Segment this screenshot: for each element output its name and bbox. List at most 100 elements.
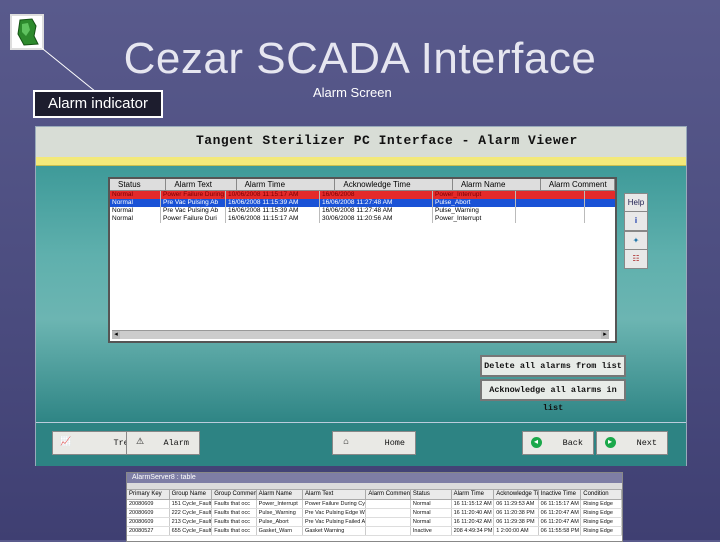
table-row[interactable]: 20080609 222 Cycle_Faults Faults that oc…: [127, 509, 622, 518]
cell: Pre Vac Pulsing Ab: [161, 199, 226, 207]
cell: [366, 527, 411, 535]
cell: 222 Cycle_Faults: [171, 509, 213, 517]
cell: 10/06/2008 11:15:17 AM: [226, 191, 320, 199]
cell: 16/06/2008 11:15:39 AM: [226, 207, 320, 215]
alarm-indicator-label: Alarm indicator: [33, 90, 163, 118]
table-row[interactable]: 20080609 213 Cycle_Faults Faults that oc…: [127, 518, 622, 527]
alarm-viewer-window: Tangent Sterilizer PC Interface - Alarm …: [35, 126, 687, 466]
cell: Faults that occ: [212, 527, 257, 535]
col[interactable]: Group Comment: [212, 490, 257, 499]
table-row[interactable]: 20080609 151 Cycle_Faults Faults that oc…: [127, 500, 622, 509]
home-label: Home: [384, 438, 405, 448]
alarm-table-window: AlarmServer8 : table Primary Key Group N…: [126, 472, 623, 542]
cell: Normal: [110, 215, 161, 223]
cell: 16 11:20:40 AM: [452, 509, 495, 517]
help-label: Help: [627, 198, 645, 207]
cell: 20080609: [127, 509, 170, 517]
cell: 208 4:49:34 PM: [453, 527, 495, 535]
cell: Normal: [110, 191, 161, 199]
col[interactable]: Condition: [581, 490, 622, 499]
scroll-right-icon[interactable]: ▸: [601, 331, 609, 339]
delete-all-alarms-button[interactable]: Delete all alarms from list: [480, 355, 626, 377]
alarm-icon: ⚠: [135, 437, 145, 447]
info-button[interactable]: i: [624, 211, 648, 231]
cell: 06 11:29:53 AM: [494, 500, 539, 508]
cell: [516, 199, 585, 207]
alarm-button[interactable]: ⚠ Alarm: [126, 431, 200, 455]
back-arrow-icon: ◂: [529, 437, 543, 448]
col[interactable]: Alarm Comment: [366, 490, 411, 499]
cell: Rising Edge: [581, 500, 622, 508]
next-button[interactable]: ▸ Next: [596, 431, 668, 455]
table-row[interactable]: Normal Power Failure During 10/06/2008 1…: [110, 191, 615, 199]
cell: 06 11:55:58 PM: [539, 527, 582, 535]
cell: [516, 215, 585, 223]
col[interactable]: Status: [411, 490, 452, 499]
cell: 06 11:15:17 AM: [539, 500, 582, 508]
col-alarm-comment[interactable]: Alarm Comment: [541, 179, 616, 190]
col[interactable]: Alarm Text: [303, 490, 367, 499]
horizontal-scrollbar[interactable]: ◂ ▸: [112, 330, 609, 339]
alarm-grid-header: Status Alarm Text Alarm Time Acknowledge…: [110, 179, 616, 191]
network-button[interactable]: ✦: [624, 231, 648, 251]
header-band: [36, 157, 686, 166]
cell: 20080609: [127, 500, 170, 508]
cell: Faults that occ: [212, 509, 257, 517]
col[interactable]: Acknowledge Time: [494, 490, 539, 499]
col-alarm-text[interactable]: Alarm Text: [166, 179, 237, 190]
table-row[interactable]: Normal Power Failure Duri 16/06/2008 11:…: [110, 215, 615, 223]
col-status[interactable]: Status: [110, 179, 167, 190]
col-ack-time[interactable]: Acknowledge Time: [335, 179, 453, 190]
cell: Normal: [411, 518, 452, 526]
cell: Normal: [411, 509, 452, 517]
cell: [366, 518, 411, 526]
cell: 16/06/2008 11:15:17 AM: [226, 215, 320, 223]
cell: 20080527: [127, 527, 170, 535]
cell: 06 11:20:47 AM: [539, 509, 582, 517]
cell: 213 Cycle_Faults: [171, 518, 213, 526]
home-icon: ⌂: [343, 437, 349, 447]
col[interactable]: Inactive Time: [539, 490, 582, 499]
help-button[interactable]: Help: [624, 193, 648, 213]
home-button[interactable]: ⌂ Home: [332, 431, 416, 455]
col[interactable]: Primary Key: [127, 490, 170, 499]
sub-table-header: Primary Key Group Name Group Comment Ala…: [127, 490, 622, 500]
cell: [516, 207, 585, 215]
cell: Normal: [110, 207, 161, 215]
cell: 06 11:20:38 PM: [494, 509, 539, 517]
back-label: Back: [562, 438, 583, 448]
cell: [366, 509, 411, 517]
sub-window-title: AlarmServer8 : table: [127, 473, 622, 483]
acknowledge-all-alarms-button[interactable]: Acknowledge all alarms in list: [480, 379, 626, 413]
col[interactable]: Alarm Time: [452, 490, 495, 499]
cell: Pulse_Warning: [433, 207, 516, 215]
col[interactable]: Group Name: [170, 490, 213, 499]
print-button[interactable]: ☷: [624, 249, 648, 269]
cell: 30/06/2008 11:20:56 AM: [320, 215, 433, 223]
cell: 655 Cycle_Faults: [171, 527, 213, 535]
back-button[interactable]: ◂ Back: [522, 431, 594, 455]
table-row[interactable]: 20080527 655 Cycle_Faults Faults that oc…: [127, 527, 622, 536]
cell: Rising Edge: [581, 509, 622, 517]
cell: Inactive: [411, 527, 452, 535]
col-alarm-name[interactable]: Alarm Name: [453, 179, 541, 190]
cell: Pre Vac Pulsing Failed Ab: [305, 518, 367, 526]
next-label: Next: [636, 438, 657, 448]
cell: Pulse_Abort: [257, 518, 304, 526]
table-row[interactable]: Normal Pre Vac Pulsing Ab 16/06/2008 11:…: [110, 207, 615, 215]
next-arrow-icon: ▸: [603, 437, 617, 448]
col[interactable]: Alarm Name: [257, 490, 304, 499]
cell: Pre Vac Pulsing Ab: [161, 207, 226, 215]
cell: Power Failure During Cycle: [305, 500, 367, 508]
col-alarm-time[interactable]: Alarm Time: [237, 179, 336, 190]
alarm-screen-label: Alarm Screen: [313, 85, 392, 100]
cell: 16/06/2008 11:27:48 AM: [320, 199, 433, 207]
alarm-grid[interactable]: Status Alarm Text Alarm Time Acknowledge…: [108, 177, 617, 343]
table-row[interactable]: Normal Pre Vac Pulsing Ab 16/06/2008 11:…: [110, 199, 615, 207]
cell: 06 11:20:47 AM: [539, 518, 582, 526]
cell: 151 Cycle_Faults: [171, 500, 213, 508]
alarm-indicator-icon: [10, 14, 44, 50]
cell: [516, 191, 585, 199]
cell: Faults that occ: [212, 500, 257, 508]
scroll-left-icon[interactable]: ◂: [112, 331, 120, 339]
